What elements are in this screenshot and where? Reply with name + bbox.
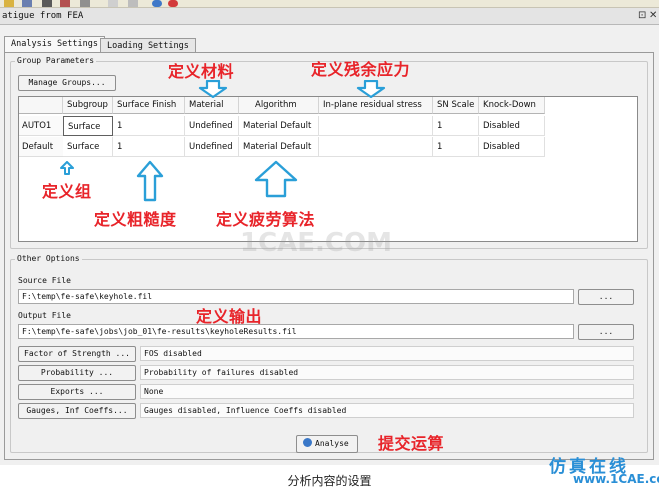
col-header-algorithm[interactable]: Algorithm xyxy=(239,97,319,114)
cell-material[interactable]: Undefined xyxy=(185,116,239,136)
output-file-label: Output File xyxy=(18,311,71,320)
chart-icon[interactable] xyxy=(60,0,70,7)
table-icon[interactable] xyxy=(108,0,118,7)
folder-icon[interactable] xyxy=(4,0,14,7)
cell-sn-scale[interactable]: 1 xyxy=(433,137,479,157)
arrow-to-residual-icon xyxy=(356,80,386,98)
cell-surface-finish[interactable]: 1 xyxy=(113,137,185,157)
exports-button[interactable]: Exports ... xyxy=(18,384,136,400)
col-header-material[interactable]: Material xyxy=(185,97,239,114)
cell-residual-stress[interactable] xyxy=(319,137,433,157)
window-titlebar: atigue from FEA ⊡ ✕ xyxy=(0,8,659,25)
analyse-button[interactable]: Analyse xyxy=(296,435,358,453)
arrow-to-algorithm-icon xyxy=(254,160,298,198)
cell-material[interactable]: Undefined xyxy=(185,137,239,157)
arrow-to-group-icon xyxy=(60,161,74,175)
manage-groups-button[interactable]: Manage Groups... xyxy=(18,75,116,91)
col-header-surface-finish[interactable]: Surface Finish xyxy=(113,97,185,114)
table-corner xyxy=(19,97,63,114)
source-browse-button[interactable]: ... xyxy=(578,289,634,305)
watermark-url: www.1CAE.com xyxy=(573,472,659,486)
output-browse-button[interactable]: ... xyxy=(578,324,634,340)
analyse-button-label: Analyse xyxy=(315,439,349,448)
arrow-to-roughness-icon xyxy=(136,160,164,202)
cell-knock-down[interactable]: Disabled xyxy=(479,137,545,157)
factor-of-strength-button[interactable]: Factor of Strength ... xyxy=(18,346,136,362)
fos-status: FOS disabled xyxy=(140,346,634,361)
faint-watermark: 1CAE.COM xyxy=(240,228,392,258)
source-file-field[interactable]: F:\temp\fe-safe\keyhole.fil xyxy=(18,289,574,304)
cell-algorithm[interactable]: Material Default xyxy=(239,116,319,136)
window-title: atigue from FEA xyxy=(2,11,84,21)
annotation-submit: 提交运算 xyxy=(378,434,445,453)
play-icon xyxy=(303,438,312,447)
save-icon[interactable] xyxy=(22,0,32,7)
annotation-group: 定义组 xyxy=(42,182,92,201)
source-file-label: Source File xyxy=(18,276,71,285)
cell-residual-stress[interactable] xyxy=(319,116,433,136)
arrow-to-material-icon xyxy=(198,80,228,98)
annotation-output: 定义输出 xyxy=(196,307,263,326)
plot-icon[interactable] xyxy=(80,0,90,7)
gauges-inf-coeffs-button[interactable]: Gauges, Inf Coeffs... xyxy=(18,403,136,419)
probability-status: Probability of failures disabled xyxy=(140,365,634,380)
tab-analysis-settings[interactable]: Analysis Settings xyxy=(4,36,105,53)
col-header-sn-scale[interactable]: SN Scale xyxy=(433,97,479,114)
group-parameters-title: Group Parameters xyxy=(15,56,97,65)
toolbar xyxy=(0,0,659,8)
cell-sn-scale[interactable]: 1 xyxy=(433,116,479,136)
annotation-algorithm: 定义疲劳算法 xyxy=(216,210,316,229)
globe-icon[interactable] xyxy=(152,0,162,7)
output-file-field[interactable]: F:\temp\fe-safe\jobs\job_01\fe-results\k… xyxy=(18,324,574,339)
cell-surface-finish[interactable]: 1 xyxy=(113,116,185,136)
cell-subgroup[interactable]: Surface xyxy=(63,116,113,136)
annotation-material: 定义材料 xyxy=(168,62,235,81)
gauges-status: Gauges disabled, Influence Coeffs disabl… xyxy=(140,403,634,418)
exports-status: None xyxy=(140,384,634,399)
cell-algorithm[interactable]: Material Default xyxy=(239,137,319,157)
edit-icon[interactable] xyxy=(42,0,52,7)
cell-knock-down[interactable]: Disabled xyxy=(479,116,545,136)
close-icon[interactable]: ✕ xyxy=(649,10,657,21)
stop-icon[interactable] xyxy=(168,0,178,7)
col-header-knock-down[interactable]: Knock-Down xyxy=(479,97,545,114)
annotation-roughness: 定义粗糙度 xyxy=(94,210,177,229)
row-header-auto1[interactable]: AUTO1 xyxy=(19,116,63,136)
annotation-residual-stress: 定义残余应力 xyxy=(311,60,411,79)
tab-loading-settings[interactable]: Loading Settings xyxy=(100,38,196,53)
cell-subgroup[interactable]: Surface xyxy=(63,137,113,157)
col-header-subgroup[interactable]: Subgroup xyxy=(63,97,113,114)
row-header-default[interactable]: Default xyxy=(19,137,63,157)
probability-button[interactable]: Probability ... xyxy=(18,365,136,381)
list-icon[interactable] xyxy=(128,0,138,7)
other-options-title: Other Options xyxy=(15,254,82,263)
pin-icon[interactable]: ⊡ xyxy=(638,10,646,21)
col-header-residual-stress[interactable]: In-plane residual stress xyxy=(319,97,433,114)
